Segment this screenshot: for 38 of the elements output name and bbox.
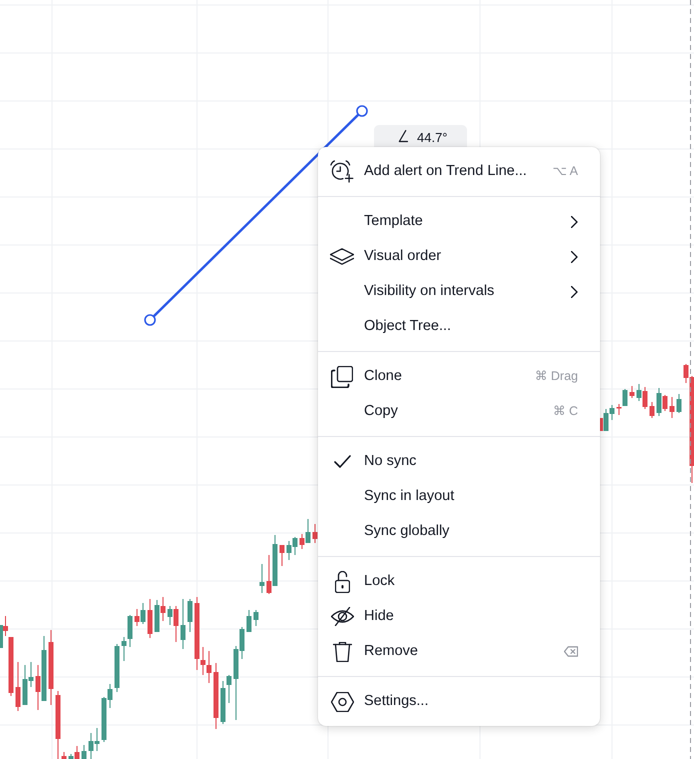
- angle-value: 44.7°: [417, 130, 448, 145]
- candle: [82, 745, 86, 759]
- menu-item[interactable]: Copy ⌘ C: [318, 394, 600, 429]
- menu-item[interactable]: Visual order: [318, 239, 600, 274]
- candle: [280, 545, 284, 566]
- menu-item[interactable]: Lock: [318, 564, 600, 599]
- candle: [254, 610, 258, 626]
- keyboard-shortcut: ⌘ Drag: [534, 368, 578, 386]
- candle: [630, 386, 634, 398]
- candle: [114, 644, 120, 692]
- candle: [650, 402, 654, 418]
- candle: [188, 599, 192, 632]
- candle: [676, 394, 682, 413]
- menu-item[interactable]: Add alert on Trend Line... ⌥ A: [318, 154, 600, 189]
- settings-icon: [330, 692, 354, 712]
- menu-item[interactable]: Object Tree...: [318, 309, 600, 344]
- menu-item[interactable]: Hide: [318, 599, 600, 634]
- menu-item[interactable]: Template: [318, 204, 600, 239]
- menu-item[interactable]: Visibility on intervals: [318, 274, 600, 309]
- trash-icon: [332, 642, 352, 662]
- copy-icon: [331, 366, 353, 388]
- menu-item[interactable]: Clone ⌘ Drag: [318, 359, 600, 394]
- menu-item[interactable]: Sync globally: [318, 514, 600, 549]
- menu-item[interactable]: Settings...: [318, 684, 600, 719]
- menu-item[interactable]: Remove: [318, 634, 600, 669]
- menu-item[interactable]: Sync in layout: [318, 479, 600, 514]
- alarm-clock-plus-icon: [330, 160, 354, 183]
- keyboard-shortcut: ⌘ C: [553, 403, 578, 420]
- line-handle[interactable]: [356, 105, 368, 117]
- candle: [246, 610, 252, 632]
- backspace-icon: [564, 646, 578, 657]
- crossed-eye-icon: [330, 607, 354, 626]
- keyboard-shortcut: ⌥ A: [552, 163, 578, 180]
- open-padlock-icon: [334, 570, 350, 592]
- line-handle[interactable]: [144, 314, 156, 326]
- layers-icon: [330, 248, 354, 265]
- menu-item[interactable]: No sync: [318, 444, 600, 479]
- angle-icon: [398, 130, 408, 143]
